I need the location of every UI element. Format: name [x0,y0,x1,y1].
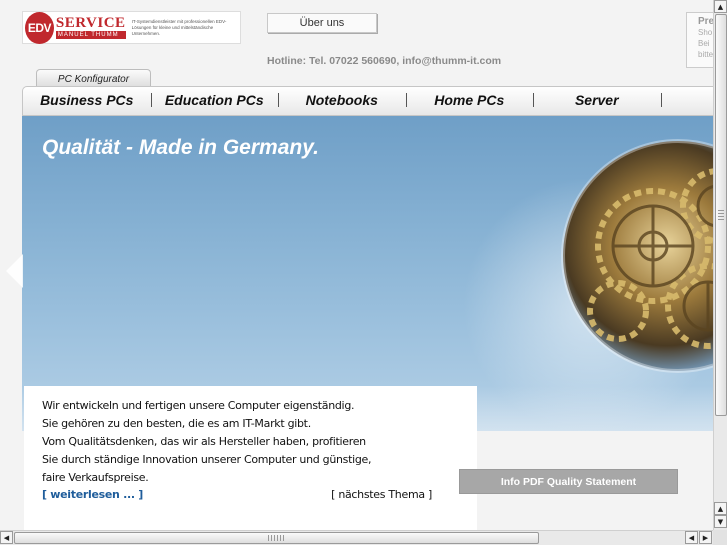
scroll-up-icon[interactable]: ▲ [714,0,727,13]
hero-banner: Qualität - Made in Germany. [22,116,713,431]
company-logo[interactable]: EDV SERVICE MANUEL THUMM IT-Systemdienst… [22,11,241,44]
scroll-right-icon[interactable]: ▶ [699,531,712,544]
info-text-line: Vom Qualitätsdenken, das wir als Herstel… [42,435,366,448]
read-more-link[interactable]: [ weiterlesen ... ] [42,488,143,501]
nav-item-server[interactable]: Server [533,87,661,115]
vertical-scroll-thumb[interactable] [715,14,727,416]
info-text-line: Wir entwickeln und fertigen unsere Compu… [42,399,355,412]
nav-item-education-pcs[interactable]: Education PCs [150,87,279,115]
scroll-up-icon[interactable]: ▲ [714,502,727,515]
horizontal-scrollbar[interactable]: ◀ ◀ ▶ [0,530,713,545]
logo-edv-badge: EDV [25,11,54,44]
nav-item-business-pcs[interactable]: Business PCs [23,87,151,115]
scroll-left-icon[interactable]: ◀ [685,531,698,544]
logo-service-text: SERVICE [55,15,126,31]
hotline-contact: Hotline: Tel. 07022 560690, info@thumm-i… [267,55,502,67]
scrollbar-corner [713,530,727,545]
logo-description: IT-Systemdienstleister mit professionell… [131,18,227,36]
gear-globe-image [561,139,713,373]
vertical-scrollbar[interactable]: ▲ ▲ ▼ [713,0,727,530]
hero-title: Qualität - Made in Germany. [42,136,319,159]
info-text-line: Sie gehören zu den besten, die es am IT-… [42,417,311,430]
info-text-box: Wir entwickeln und fertigen unsere Compu… [24,386,477,531]
nav-item-home-pcs[interactable]: Home PCs [405,87,534,115]
scroll-left-icon[interactable]: ◀ [0,531,13,544]
logo-subtitle: MANUEL THUMM [55,31,126,39]
pdf-quality-statement-button[interactable]: Info PDF Quality Statement [459,469,678,494]
about-us-button[interactable]: Über uns [267,13,377,33]
slider-prev-arrow-icon[interactable] [6,254,23,288]
scroll-down-icon[interactable]: ▼ [714,515,727,528]
next-topic-link[interactable]: [ nächstes Thema ] [331,488,432,501]
main-navigation: Business PCs Education PCs Notebooks Hom… [22,86,727,116]
info-text-line: faire Verkaufspreise. [42,471,149,484]
nav-item-notebooks[interactable]: Notebooks [278,87,406,115]
info-text-line: Sie durch ständige Innovation unserer Co… [42,453,372,466]
horizontal-scroll-thumb[interactable] [14,532,539,544]
